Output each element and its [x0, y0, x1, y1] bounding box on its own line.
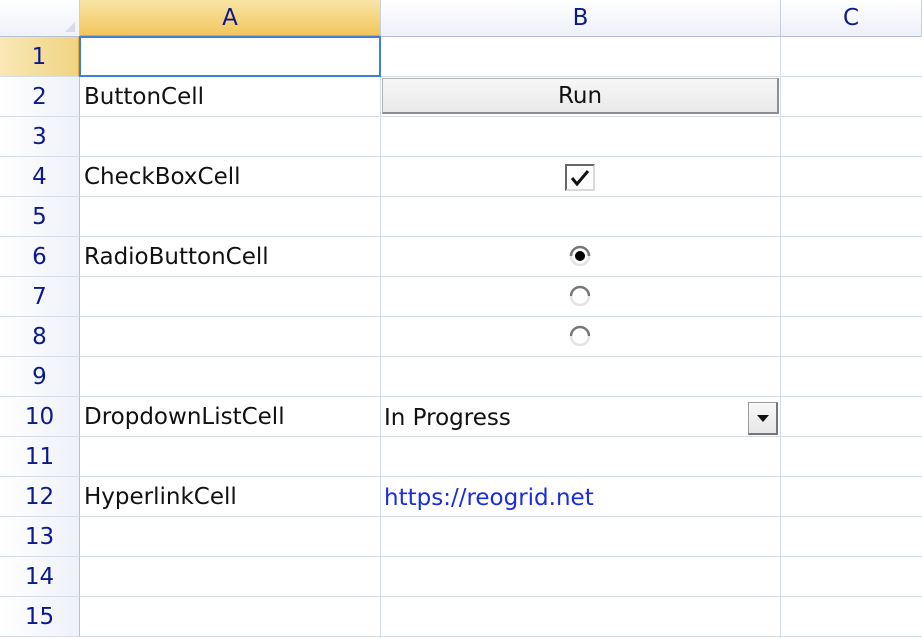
dropdown-arrow-icon	[756, 414, 769, 422]
cell-a4[interactable]: CheckBoxCell	[80, 157, 380, 197]
row-header-2[interactable]: 2	[0, 77, 80, 117]
grid-line	[80, 596, 922, 597]
corner-select-icon	[65, 22, 75, 32]
cell-a6[interactable]: RadioButtonCell	[80, 237, 380, 277]
grid-line	[80, 356, 922, 357]
row-header-10[interactable]: 10	[0, 397, 80, 437]
radio-button-b6[interactable]	[567, 243, 593, 269]
radio-button-b7[interactable]	[567, 283, 593, 309]
row-header-4[interactable]: 4	[0, 157, 80, 197]
row-header-8[interactable]: 8	[0, 317, 80, 357]
row-header-3[interactable]: 3	[0, 117, 80, 157]
row-header-9[interactable]: 9	[0, 357, 80, 397]
cell-a2[interactable]: ButtonCell	[80, 77, 380, 117]
column-header-c[interactable]: C	[781, 0, 922, 37]
row-header-11[interactable]: 11	[0, 437, 80, 477]
grid-line	[380, 37, 381, 638]
hyperlink-cell-b12[interactable]: https://reogrid.net	[380, 478, 594, 518]
cell-a10[interactable]: DropdownListCell	[80, 397, 380, 437]
grid-line	[80, 556, 922, 557]
row-header-7[interactable]: 7	[0, 277, 80, 317]
row-header-6[interactable]: 6	[0, 237, 80, 277]
row-header-15[interactable]: 15	[0, 597, 80, 637]
radio-dot-icon	[569, 245, 591, 267]
selected-cell-a1[interactable]	[79, 36, 381, 77]
radio-empty-icon	[569, 325, 591, 347]
row-header-12[interactable]: 12	[0, 477, 80, 517]
column-header-a[interactable]: A	[80, 0, 381, 37]
radio-empty-icon	[569, 285, 591, 307]
radio-button-b8[interactable]	[567, 323, 593, 349]
spreadsheet: A B C 1 2 3 4 5 6 7 8 9 10 11 12 13 14 1…	[0, 0, 922, 638]
row-header-13[interactable]: 13	[0, 517, 80, 557]
row-header-14[interactable]: 14	[0, 557, 80, 597]
grid-line	[780, 37, 781, 638]
checkmark-icon	[570, 169, 590, 186]
select-all-corner[interactable]	[0, 0, 80, 37]
cell-a12[interactable]: HyperlinkCell	[80, 477, 380, 517]
dropdown-button[interactable]	[748, 402, 778, 435]
dropdown-cell-b10[interactable]: In Progress	[380, 398, 511, 438]
checkbox-cell-b4[interactable]	[565, 164, 595, 191]
grid-line	[80, 316, 922, 317]
row-header-5[interactable]: 5	[0, 197, 80, 237]
grid-line	[80, 636, 922, 637]
run-button[interactable]: Run	[382, 78, 779, 114]
row-header-1[interactable]: 1	[0, 37, 80, 77]
column-header-b[interactable]: B	[381, 0, 781, 37]
